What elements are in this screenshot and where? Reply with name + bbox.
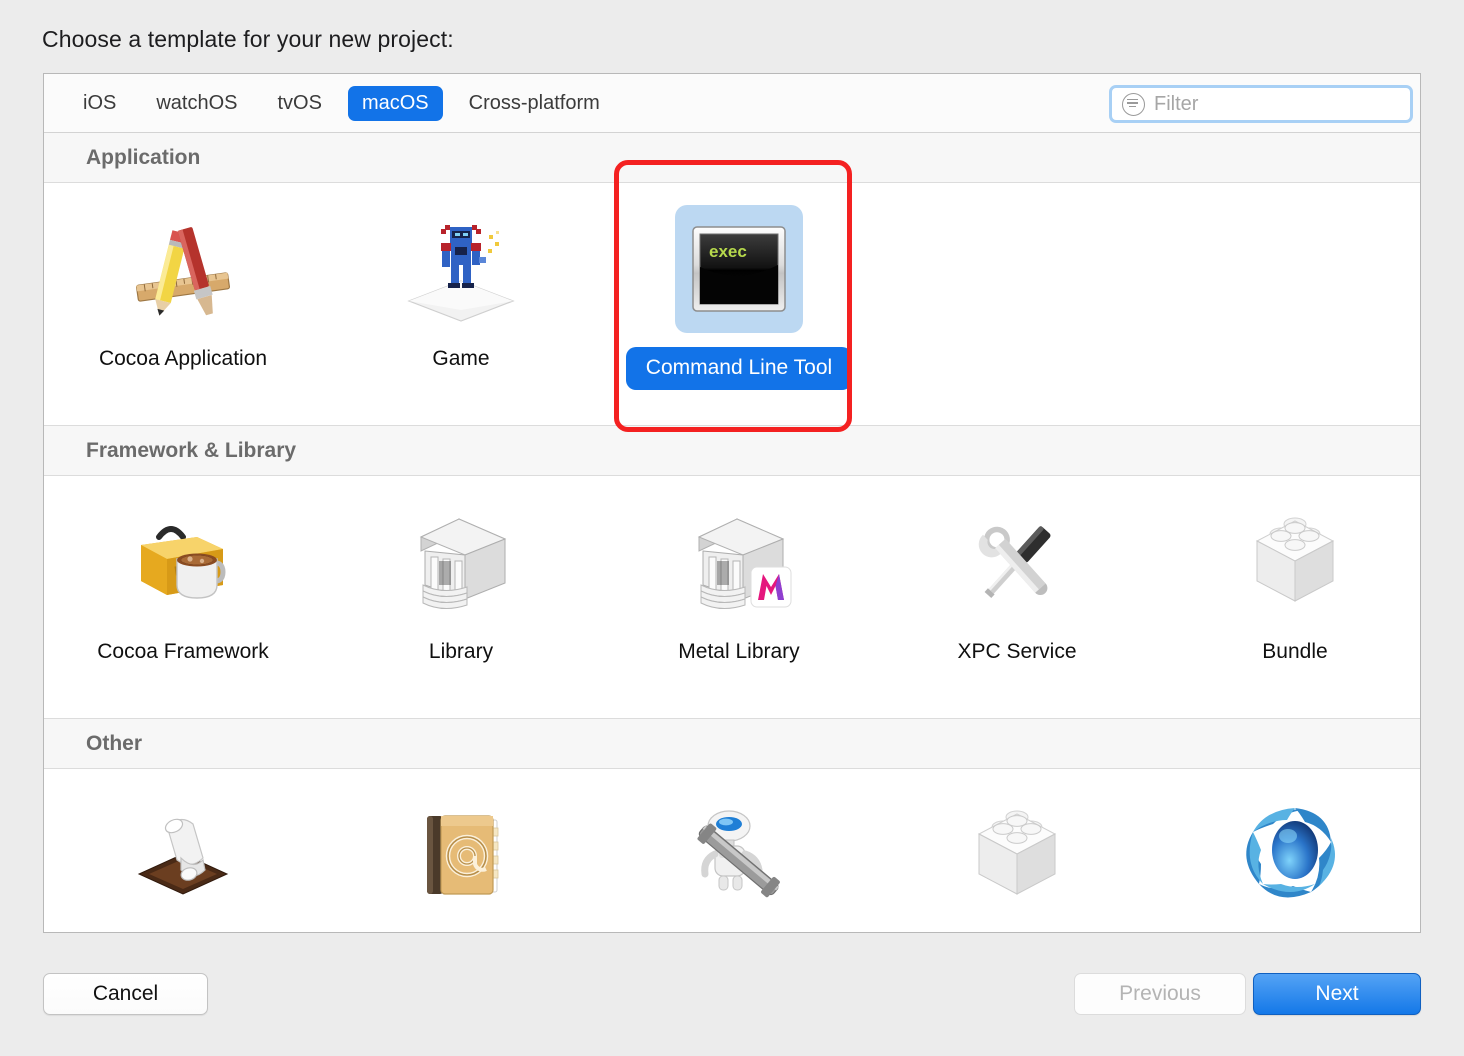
template-row-framework-library: Cocoa Framework Library Metal Library XP… [44, 476, 1420, 719]
cancel-button[interactable]: Cancel [43, 973, 208, 1015]
template-icon-box [675, 791, 803, 919]
section-header-other: Other [44, 719, 1420, 769]
tab-watchos[interactable]: watchOS [142, 86, 251, 121]
template-row-application: Cocoa Application Game exec Command Line… [44, 183, 1420, 426]
template-item-applescript[interactable]: AppleScript [44, 791, 322, 932]
screwdriver-wrench-icon [978, 526, 1051, 599]
toolbox-coffee-icon [141, 526, 226, 599]
filter-placeholder: Filter [1154, 92, 1199, 115]
address-book-at-icon [427, 815, 499, 895]
tab-tvos[interactable]: tvOS [264, 86, 336, 121]
template-item-library[interactable]: Library [322, 498, 600, 712]
automator-robot-icon [697, 810, 780, 898]
tab-ios[interactable]: iOS [69, 86, 130, 121]
template-icon-box [397, 498, 525, 626]
template-item-label: Metal Library [678, 640, 800, 663]
template-item-label: Game [432, 347, 490, 370]
next-button[interactable]: Next [1253, 973, 1421, 1015]
filter-field[interactable]: Filter [1109, 85, 1413, 123]
template-item-label: Library [428, 640, 494, 663]
page-title: Choose a template for your new project: [42, 26, 454, 52]
template-item-image-unit-plug[interactable]: Image Unit Plug [1156, 791, 1420, 932]
template-icon-box [119, 205, 247, 333]
white-cube-icon [977, 810, 1057, 895]
template-item-label: Cocoa Framework [97, 640, 269, 663]
template-icon-box [397, 205, 525, 333]
terminal-exec-icon: exec [692, 226, 786, 312]
template-item-game[interactable]: Game [322, 205, 600, 419]
previous-button[interactable]: Previous [1074, 973, 1246, 1015]
white-brick-icon [1255, 517, 1335, 602]
template-icon-box [119, 498, 247, 626]
template-icon-box-selected: exec [675, 205, 803, 333]
template-icon-box [675, 498, 803, 626]
template-icon-box [953, 791, 1081, 919]
section-header-framework-library: Framework & Library [44, 426, 1420, 476]
template-icon-box [1231, 498, 1359, 626]
template-item-label: Cocoa Application [98, 347, 268, 370]
filter-icon [1122, 92, 1145, 116]
template-item-bundle[interactable]: Bundle [1156, 498, 1420, 712]
template-item-label: Bundle [1262, 640, 1328, 663]
template-icon-box [953, 498, 1081, 626]
template-item-cocoa-application[interactable]: Cocoa Application [44, 205, 322, 419]
template-item-placeholder [1156, 205, 1420, 419]
ruler-pencil-brush-icon [135, 227, 231, 316]
template-item-address-book[interactable]: Address Book [322, 791, 600, 932]
template-row-other: AppleScript [44, 769, 1420, 932]
template-item-metal-library[interactable]: Metal Library [600, 498, 878, 712]
template-icon-box [119, 791, 247, 919]
section-header-application: Application [44, 133, 1420, 183]
template-item-xpc-service[interactable]: XPC Service [878, 498, 1156, 712]
template-icon-box [1231, 791, 1359, 919]
template-item-cocoa-framework[interactable]: Cocoa Framework [44, 498, 322, 712]
blue-aperture-icon [1246, 808, 1335, 898]
platform-tab-bar: iOS watchOS tvOS macOS Cross-platform Fi… [44, 74, 1420, 133]
terminal-exec-text: exec [709, 242, 747, 261]
template-chooser-panel: iOS watchOS tvOS macOS Cross-platform Fi… [43, 73, 1421, 933]
tab-cross-platform[interactable]: Cross-platform [455, 86, 614, 121]
template-item-automator-action[interactable]: Automator Action [600, 791, 878, 932]
bank-building-metal-badge-icon [697, 518, 792, 609]
scroll-icon [137, 818, 229, 895]
dialog-button-bar: Cancel Previous Next [0, 963, 1464, 1056]
template-item-command-line-tool[interactable]: exec Command Line Tool [600, 205, 878, 419]
template-item-label: XPC Service [957, 640, 1077, 663]
template-icon-box [397, 791, 525, 919]
pixel-robot-icon [407, 225, 515, 322]
template-item-generic-kernel[interactable]: Generic Kernel [878, 791, 1156, 932]
template-item-label-selected: Command Line Tool [625, 347, 853, 390]
tab-macos[interactable]: macOS [347, 85, 443, 121]
template-item-placeholder [878, 205, 1156, 419]
bank-building-icon [419, 518, 507, 609]
